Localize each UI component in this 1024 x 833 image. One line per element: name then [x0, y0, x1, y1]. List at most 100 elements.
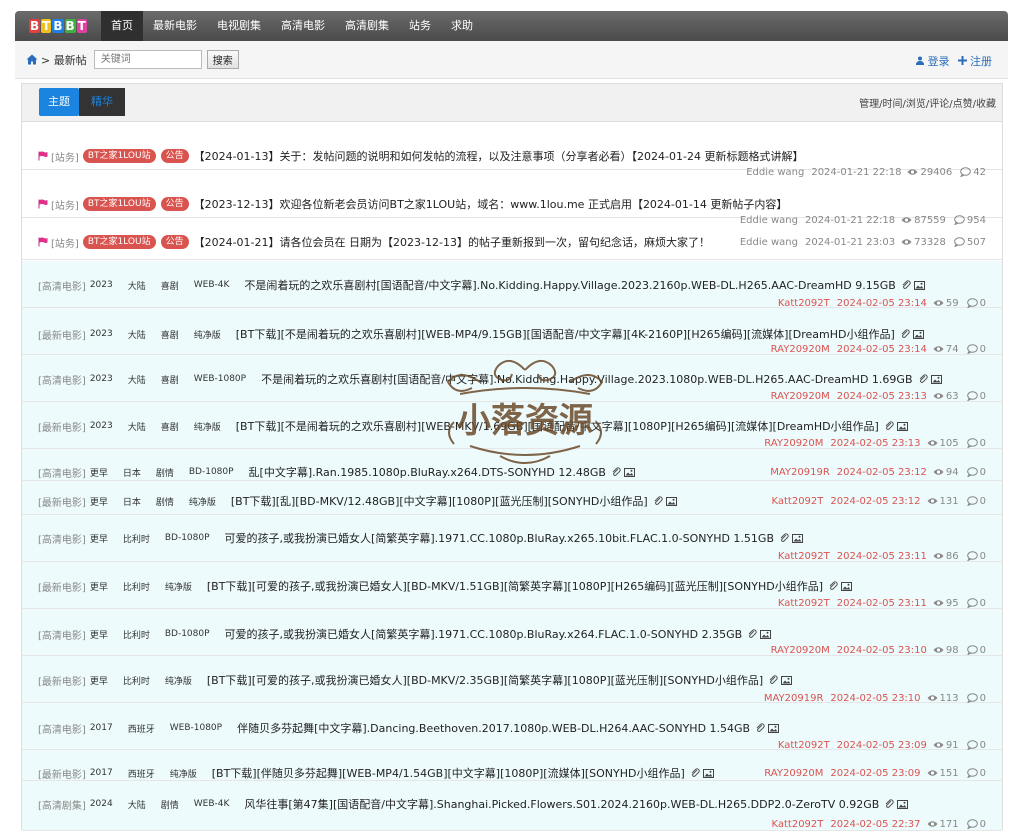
thread-title[interactable]: 不是闹着玩的之欢乐喜剧村[国语配音/中文字幕].No.Kidding.Happy…: [261, 371, 912, 387]
thread-tag[interactable]: 大陆: [128, 328, 146, 341]
thread-tag[interactable]: 大陆: [128, 279, 146, 292]
forum-label[interactable]: [站务]: [51, 149, 79, 164]
thread-tag[interactable]: 纯净版: [189, 495, 216, 508]
author-name[interactable]: MAY20919R: [764, 693, 824, 704]
forum-label[interactable]: [最新电影]: [38, 579, 86, 594]
thread-tag[interactable]: 大陆: [128, 420, 146, 433]
thread-tag[interactable]: 纯净版: [165, 580, 192, 593]
thread-title[interactable]: [BT下载][伴随贝多芬起舞][WEB-MP4/1.54GB][中文字幕][10…: [212, 765, 685, 781]
author-name[interactable]: Eddie wang: [740, 237, 798, 248]
thread-tag[interactable]: 更早: [90, 532, 108, 545]
nav-item-0[interactable]: 首页: [101, 11, 143, 41]
forum-label[interactable]: [高清电影]: [38, 372, 86, 387]
thread-tag[interactable]: 大陆: [128, 373, 146, 386]
nav-item-3[interactable]: 高清电影: [271, 11, 335, 41]
author-name[interactable]: Katt2092T: [771, 496, 823, 507]
author-name[interactable]: Katt2092T: [771, 819, 823, 830]
thread-tag[interactable]: 喜剧: [161, 279, 179, 292]
thread-title[interactable]: [BT下载][可爱的孩子,或我扮演已婚女人][BD-MKV/1.51GB][简繁…: [207, 578, 823, 594]
thread-row[interactable]: [高清电影] 更早 比利时 BD-1080P 可爱的孩子,或我扮演已婚女人[简繁英字幕]…: [22, 515, 1002, 562]
thread-title[interactable]: 可爱的孩子,或我扮演已婚女人[简繁英字幕].1971.CC.1080p.BluR…: [225, 530, 774, 546]
thread-tag[interactable]: 日本: [123, 466, 141, 479]
thread-title[interactable]: 【2024-01-21】请各位会员在 日期为【2023-12-13】的帖子重新报…: [194, 234, 710, 250]
thread-row[interactable]: [最新电影] 2023 大陆 喜剧 纯净版 [BT下载][不是闹着玩的之欢乐喜剧村][WE…: [22, 402, 1002, 449]
thread-tag[interactable]: 剧情: [156, 466, 174, 479]
author-name[interactable]: RAY20920M: [771, 391, 830, 402]
thread-row[interactable]: [最新电影] 更早 比利时 纯净版 [BT下载][可爱的孩子,或我扮演已婚女人][BD-…: [22, 656, 1002, 704]
thread-tag[interactable]: WEB-4K: [194, 799, 230, 809]
thread-title[interactable]: 可爱的孩子,或我扮演已婚女人[简繁英字幕].1971.CC.1080p.BluR…: [225, 626, 743, 642]
thread-tag[interactable]: BD-1080P: [189, 467, 234, 477]
thread-title[interactable]: [BT下载][乱][BD-MKV/12.48GB][中文字幕][1080P][蓝…: [231, 493, 648, 509]
thread-title[interactable]: 乱[中文字幕].Ran.1985.1080p.BluRay.x264.DTS-S…: [249, 464, 606, 480]
thread-tag[interactable]: 更早: [90, 495, 108, 508]
forum-label[interactable]: [高清电影]: [38, 278, 86, 293]
tab-elite[interactable]: 精华: [79, 88, 125, 116]
forum-label[interactable]: [高清剧集]: [38, 797, 86, 812]
forum-label[interactable]: [高清电影]: [38, 531, 86, 546]
thread-tag[interactable]: 2023: [90, 329, 113, 339]
thread-tag[interactable]: 日本: [123, 495, 141, 508]
sticky-thread-row[interactable]: [站务] BT之家1LOU站 公告 【2024-01-21】请各位会员在 日期为【20…: [22, 218, 1002, 260]
thread-tag[interactable]: 更早: [90, 628, 108, 641]
tab-main[interactable]: 主题: [39, 88, 79, 116]
thread-row[interactable]: [高清电影] 更早 日本 剧情 BD-1080P 乱[中文字幕].Ran.1985.108…: [22, 449, 1002, 481]
thread-title[interactable]: 伴随贝多芬起舞[中文字幕].Dancing.Beethoven.2017.108…: [237, 720, 750, 736]
thread-title[interactable]: 【2023-12-13】欢迎各位新老会员访问BT之家1LOU站，域名：www.1…: [194, 196, 788, 212]
thread-row[interactable]: [最新电影] 更早 日本 剧情 纯净版 [BT下载][乱][BD-MKV/12.48GB]…: [22, 481, 1002, 515]
thread-tag[interactable]: 剧情: [161, 798, 179, 811]
forum-label[interactable]: [最新电影]: [38, 327, 86, 342]
thread-row[interactable]: [高清电影] 2023 大陆 喜剧 WEB-1080P 不是闹着玩的之欢乐喜剧村[国语配音…: [22, 355, 1002, 402]
thread-row[interactable]: [高清电影] 更早 比利时 BD-1080P 可爱的孩子,或我扮演已婚女人[简繁英字幕]…: [22, 609, 1002, 656]
author-name[interactable]: RAY20920M: [771, 645, 830, 656]
thread-tag[interactable]: 更早: [90, 580, 108, 593]
thread-row[interactable]: [最新电影] 更早 比利时 纯净版 [BT下载][可爱的孩子,或我扮演已婚女人][BD-…: [22, 562, 1002, 609]
author-name[interactable]: MAY20919R: [770, 467, 830, 478]
thread-tag[interactable]: 2024: [90, 799, 113, 809]
thread-tag[interactable]: BD-1080P: [165, 629, 210, 639]
thread-tag[interactable]: WEB-1080P: [170, 723, 222, 733]
thread-tag[interactable]: 西班牙: [128, 722, 155, 735]
thread-row[interactable]: [高清电影] 2017 西班牙 WEB-1080P 伴随贝多芬起舞[中文字幕].Danc…: [22, 703, 1002, 751]
author-name[interactable]: RAY20920M: [771, 344, 830, 355]
forum-label[interactable]: [站务]: [51, 235, 79, 250]
thread-tag[interactable]: 2017: [90, 768, 113, 778]
thread-tag[interactable]: 比利时: [123, 674, 150, 687]
search-button[interactable]: 搜索: [206, 50, 239, 69]
nav-item-5[interactable]: 站务: [399, 11, 441, 41]
thread-tag[interactable]: 西班牙: [128, 767, 155, 780]
register-link[interactable]: 注册: [957, 53, 992, 69]
thread-tag[interactable]: 2017: [90, 723, 113, 733]
forum-label[interactable]: [高清电影]: [38, 465, 86, 480]
thread-tag[interactable]: 纯净版: [165, 674, 192, 687]
thread-tag[interactable]: 大陆: [128, 798, 146, 811]
login-link[interactable]: 登录: [916, 53, 950, 69]
thread-row[interactable]: [最新电影] 2017 西班牙 纯净版 [BT下载][伴随贝多芬起舞][WEB-MP4/…: [22, 750, 1002, 781]
thread-tag[interactable]: 比利时: [123, 580, 150, 593]
thread-tag[interactable]: 2023: [90, 421, 113, 431]
site-logo[interactable]: BTBBT: [29, 16, 91, 36]
nav-item-2[interactable]: 电视剧集: [207, 11, 271, 41]
thread-tag[interactable]: 纯净版: [170, 767, 197, 780]
thread-title[interactable]: 【2024-01-13】关于：发帖问题的说明和如何发帖的流程，以及注意事项（分享…: [194, 148, 804, 164]
forum-label[interactable]: [站务]: [51, 197, 79, 212]
thread-tag[interactable]: 2023: [90, 374, 113, 384]
author-name[interactable]: Katt2092T: [778, 551, 830, 562]
thread-row[interactable]: [高清电影] 2023 大陆 喜剧 WEB-4K 不是闹着玩的之欢乐喜剧村[国语配音/中文…: [22, 261, 1002, 309]
thread-tag[interactable]: 喜剧: [161, 420, 179, 433]
thread-tag[interactable]: BD-1080P: [165, 533, 210, 543]
author-name[interactable]: Katt2092T: [778, 740, 830, 751]
thread-title[interactable]: [BT下载][不是闹着玩的之欢乐喜剧村][WEB-MKV/1.69GB][国语配…: [236, 418, 879, 434]
thread-tag[interactable]: 比利时: [123, 532, 150, 545]
thread-tag[interactable]: 喜剧: [161, 328, 179, 341]
author-name[interactable]: Katt2092T: [778, 298, 830, 309]
thread-title[interactable]: 不是闹着玩的之欢乐喜剧村[国语配音/中文字幕].No.Kidding.Happy…: [244, 277, 895, 293]
home-icon[interactable]: [26, 54, 38, 65]
author-name[interactable]: Katt2092T: [778, 598, 830, 609]
thread-tag[interactable]: 更早: [90, 674, 108, 687]
forum-label[interactable]: [高清电影]: [38, 627, 86, 642]
forum-label[interactable]: [最新电影]: [38, 766, 86, 781]
thread-tag[interactable]: 喜剧: [161, 373, 179, 386]
forum-label[interactable]: [最新电影]: [38, 494, 86, 509]
forum-label[interactable]: [最新电影]: [38, 673, 86, 688]
